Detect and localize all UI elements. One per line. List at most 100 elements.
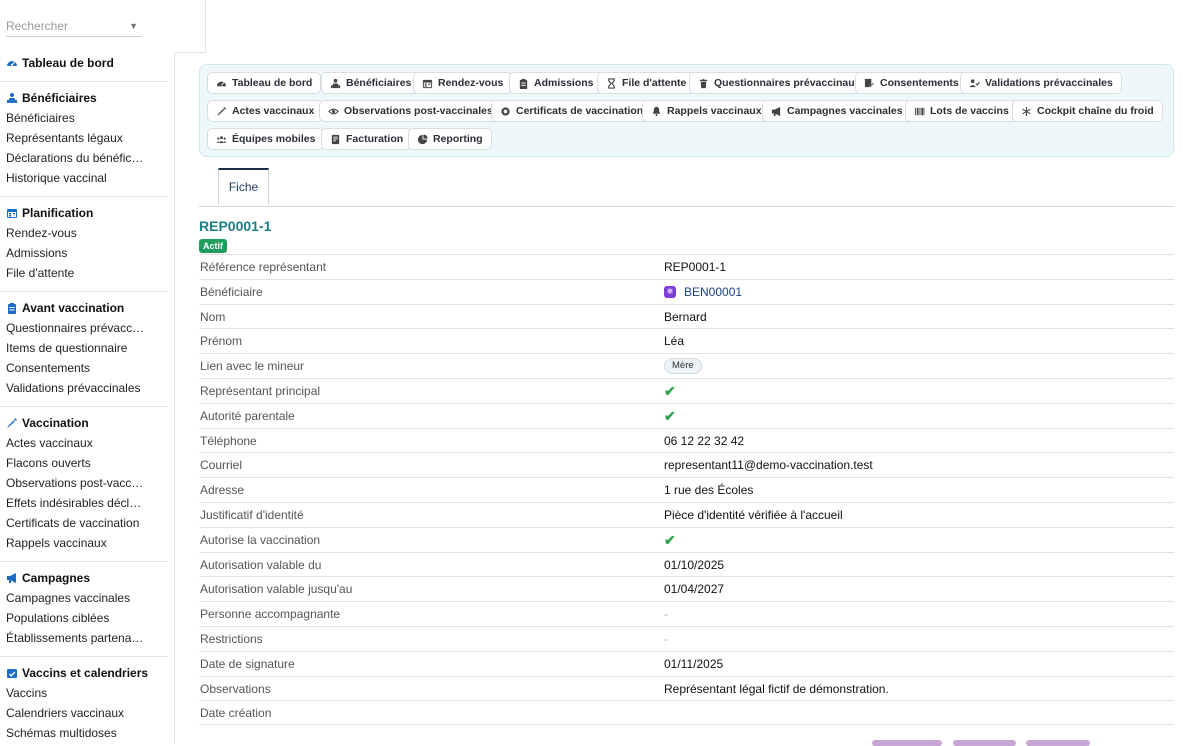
footer-button-1[interactable]: [872, 740, 942, 746]
beneficiary-link[interactable]: ❄ BEN00001: [664, 280, 742, 304]
field-value: Mère: [664, 354, 702, 378]
module-chip-label: Rappels vaccinaux: [667, 105, 762, 117]
module-chip[interactable]: Validations prévaccinales: [960, 72, 1122, 94]
sidebar-group-2[interactable]: Avant vaccination: [0, 298, 174, 318]
module-chip[interactable]: Campagnes vaccinales: [762, 100, 912, 122]
sidebar-item[interactable]: Questionnaires prévaccin…: [0, 318, 146, 338]
check-icon: ✔: [664, 382, 676, 399]
sidebar-group-1[interactable]: Planification: [0, 203, 174, 223]
field-value: Pièce d'identité vérifiée à l'accueil: [664, 507, 843, 522]
module-chip-label: Reporting: [433, 133, 483, 145]
sidebar-item[interactable]: Bénéficiaires: [0, 108, 146, 128]
sidebar-item[interactable]: Effets indésirables déclarés: [0, 493, 146, 513]
module-chip-label: Équipes mobiles: [232, 133, 316, 145]
sidebar-divider: [0, 406, 168, 407]
sidebar-item[interactable]: Établissements partenaires: [0, 628, 146, 648]
snowflake-icon: [1021, 106, 1032, 117]
sidebar-item[interactable]: Validations prévaccinales: [0, 378, 146, 398]
clipboard-icon: [6, 302, 18, 314]
footer-button-2[interactable]: [953, 740, 1016, 746]
sidebar-group-5[interactable]: Vaccins et calendriers: [0, 663, 174, 683]
module-chip[interactable]: Observations post-vaccinales: [319, 100, 502, 122]
eye-icon: [328, 106, 339, 117]
field-value: 01/11/2025: [664, 656, 724, 671]
sidebar-group-title: Avant vaccination: [22, 301, 125, 315]
footer-button-3[interactable]: [1026, 740, 1090, 746]
module-chip[interactable]: Tableau de bord: [207, 72, 322, 94]
module-shortcut-bar: Tableau de bord Bénéficiaires Rendez-vous A…: [199, 64, 1174, 157]
detail-row: Lien avec le mineur Mère: [199, 353, 1174, 378]
sidebar-group-title: Vaccins et calendriers: [22, 666, 149, 680]
field-label: Adresse: [200, 483, 245, 498]
module-chip[interactable]: Consentements: [855, 72, 968, 94]
module-chip[interactable]: Bénéficiaires: [321, 72, 421, 94]
sidebar-item[interactable]: Rappels vaccinaux: [0, 533, 146, 553]
field-label: Autorise la vaccination: [200, 532, 321, 547]
field-label: Autorisation valable jusqu'au: [200, 582, 353, 597]
search-select[interactable]: Rechercher ▼: [6, 16, 142, 37]
sidebar-group-3[interactable]: Vaccination: [0, 413, 174, 433]
sidebar-item[interactable]: Actes vaccinaux: [0, 433, 146, 453]
field-label: Représentant principal: [200, 383, 321, 398]
module-chip[interactable]: Facturation: [321, 128, 413, 150]
people-icon: [6, 92, 18, 104]
sidebar-item[interactable]: Consentements: [0, 358, 146, 378]
sidebar-item[interactable]: Observations post-vaccin…: [0, 473, 146, 493]
module-chip-label: Actes vaccinaux: [232, 105, 315, 117]
sidebar-item[interactable]: File d'attente: [0, 263, 146, 283]
module-chip[interactable]: Reporting: [408, 128, 492, 150]
module-chip[interactable]: Lots de vaccins: [905, 100, 1018, 122]
field-label: Nom: [200, 309, 226, 324]
sidebar-item[interactable]: Rendez-vous: [0, 223, 146, 243]
sidebar-item[interactable]: Campagnes vaccinales: [0, 588, 146, 608]
top-card: [174, 0, 206, 53]
detail-row: Justificatif d'identité Pièce d'identité …: [199, 501, 1174, 527]
hourglass-icon: [606, 77, 617, 89]
sidebar-item[interactable]: Flacons ouverts: [0, 453, 146, 473]
module-chip-label: Questionnaires prévaccinaux: [714, 77, 861, 89]
beneficiary-link-label[interactable]: BEN00001: [684, 280, 742, 304]
sidebar-item[interactable]: Certificats de vaccination: [0, 513, 146, 533]
module-chip[interactable]: File d'attente: [597, 72, 696, 94]
sidebar-item[interactable]: Vaccins: [0, 683, 146, 703]
sidebar-item-label: Tableau de bord: [22, 56, 114, 70]
module-chip[interactable]: Cockpit chaîne du froid: [1012, 100, 1163, 122]
field-label: Autorisation valable du: [200, 557, 322, 572]
sidebar-item[interactable]: Représentants légaux: [0, 128, 146, 148]
sidebar-item[interactable]: Admissions: [0, 243, 146, 263]
sidebar-item[interactable]: Populations ciblées: [0, 608, 146, 628]
invoice-icon: [330, 134, 341, 145]
relation-pill: Mère: [664, 358, 702, 375]
sidebar-item[interactable]: Historique vaccinal: [0, 168, 146, 188]
checkmark-icon: ✔: [664, 379, 676, 403]
module-chip[interactable]: Rendez-vous: [413, 72, 513, 94]
megaphone-icon: [771, 106, 782, 117]
beneficiary-icon: ❄: [664, 285, 676, 298]
chevron-down-icon[interactable]: ▼: [129, 16, 138, 36]
field-value: representant11@demo-vaccination.test: [664, 458, 873, 473]
module-chip-label: Facturation: [346, 133, 404, 145]
module-chip[interactable]: Rappels vaccinaux: [642, 100, 771, 122]
sidebar-item[interactable]: Déclarations du bénéficia…: [0, 148, 146, 168]
module-chip[interactable]: Certificats de vaccination: [491, 100, 653, 122]
sidebar-item[interactable]: Items de questionnaire: [0, 338, 146, 358]
sidebar-divider: [0, 561, 168, 562]
module-chip-label: Consentements: [880, 77, 959, 89]
tab-fiche[interactable]: Fiche: [218, 168, 269, 205]
module-chip[interactable]: Questionnaires prévaccinaux: [689, 72, 870, 94]
sidebar-item-dashboard[interactable]: Tableau de bord: [0, 53, 174, 73]
detail-row: Courriel representant11@demo-vaccination.…: [199, 452, 1174, 477]
field-label: Autorité parentale: [200, 408, 295, 423]
module-chip[interactable]: Équipes mobiles: [207, 128, 325, 150]
sidebar-group-0[interactable]: Bénéficiaires: [0, 88, 174, 108]
sidebar-item[interactable]: Calendriers vaccinaux: [0, 703, 146, 723]
field-label: Date création: [200, 706, 272, 721]
sidebar-group-4[interactable]: Campagnes: [0, 568, 174, 588]
module-chip[interactable]: Admissions: [509, 72, 603, 94]
barcode-icon: [914, 106, 925, 117]
field-label: Bénéficiaire: [200, 284, 263, 299]
sidebar-item[interactable]: Schémas multidoses: [0, 723, 146, 743]
module-chip[interactable]: Actes vaccinaux: [207, 100, 324, 122]
detail-row: Autorise la vaccination ✔: [199, 526, 1174, 552]
field-value: 01/10/2025: [664, 557, 725, 572]
